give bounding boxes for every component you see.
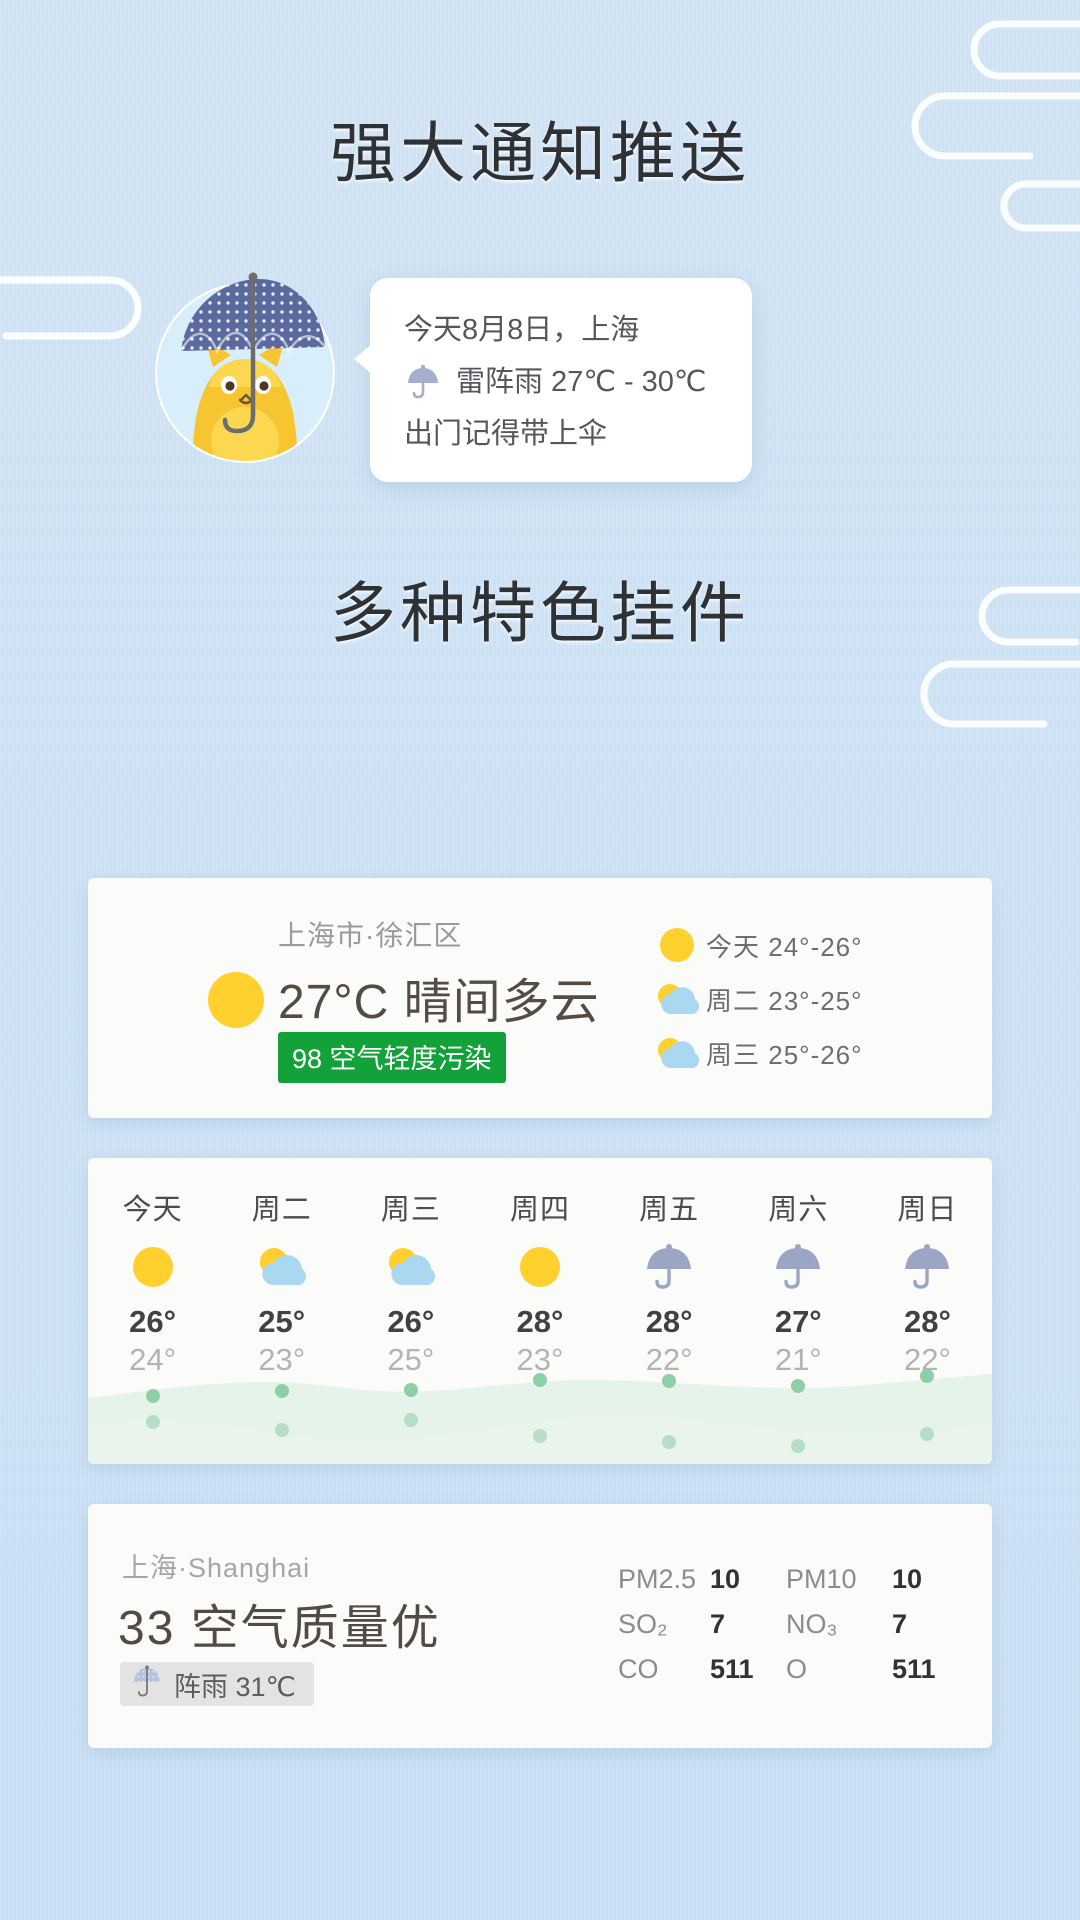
week-day-label: 周三 <box>380 1194 441 1226</box>
current-weather-main: 上海市·徐汇区 27°C 晴间多云 98 空气轻度污染 <box>88 878 648 1118</box>
forecast-text: 周二 23°-25° <box>706 985 863 1016</box>
umbrella-icon <box>863 1236 992 1298</box>
sun-cloud-icon <box>648 979 706 1019</box>
cat-with-umbrella-illustration <box>135 255 355 475</box>
week-high-temp: 25° <box>258 1304 306 1339</box>
week-day-label: 周日 <box>897 1194 958 1226</box>
week-day-label: 周五 <box>639 1194 700 1226</box>
umbrella-icon <box>605 1236 734 1298</box>
list-item: 周三 25°-26° <box>648 1026 988 1080</box>
current-forecast-list: 今天 24°-26° 周二 23°-25° 周三 25°-26° <box>648 918 988 1080</box>
forecast-text: 今天 24°-26° <box>706 931 863 962</box>
week-high-temp: 27° <box>774 1304 822 1339</box>
bubble-line-date-city: 今天8月8日，上海 <box>404 304 722 356</box>
list-item: 周五 28° 22° <box>605 1186 734 1378</box>
list-item: 周六 27° 21° <box>734 1186 863 1378</box>
temperature-trend-chart <box>88 1354 992 1464</box>
notification-showcase: 今天8月8日，上海 雷阵雨 27℃ - 30℃ 出门记得带上伞 <box>0 250 1080 490</box>
week-day-label: 周四 <box>509 1194 570 1226</box>
widget-air-quality[interactable]: 上海·Shanghai 33 空气质量优 阵雨 31℃ PM2.5 10 PM1… <box>88 1504 992 1748</box>
air-quality-main: 上海·Shanghai 33 空气质量优 阵雨 31℃ <box>88 1504 608 1748</box>
pollutant-value: 511 <box>892 1654 936 1684</box>
pollutant-value: 10 <box>892 1564 923 1594</box>
sun-cloud-icon <box>217 1236 346 1298</box>
pollutant-value: 511 <box>710 1654 754 1684</box>
week-forecast-grid: 今天 26° 24° 周二 25° 23° 周三 26° 25° 周四 28° … <box>88 1186 992 1378</box>
pollutant-key: CO <box>618 1654 659 1684</box>
forecast-text: 周三 25°-26° <box>706 1039 863 1070</box>
bubble-tip-text: 出门记得带上伞 <box>404 418 608 450</box>
list-item: 周二 25° 23° <box>217 1186 346 1378</box>
current-city-label: 上海市·徐汇区 <box>278 920 463 951</box>
umbrella-icon <box>132 1665 162 1704</box>
bubble-line-tip: 出门记得带上伞 <box>404 408 722 460</box>
air-quality-title: 33 空气质量优 <box>118 1602 441 1655</box>
pollutant-value: 10 <box>710 1564 741 1594</box>
list-item: 今天 26° 24° <box>88 1186 217 1378</box>
air-weather-chip: 阵雨 31℃ <box>120 1662 314 1706</box>
bubble-weather-text: 雷阵雨 27℃ - 30℃ <box>456 366 707 398</box>
widget-seven-day-forecast[interactable]: 今天 26° 24° 周二 25° 23° 周三 26° 25° 周四 28° … <box>88 1158 992 1464</box>
list-item: 周二 23°-25° <box>648 972 988 1026</box>
page-title-notification: 强大通知推送 <box>330 116 750 190</box>
umbrella-icon <box>734 1236 863 1298</box>
pollutant-value: 7 <box>892 1609 908 1639</box>
pollutant-value: 7 <box>710 1609 726 1639</box>
bubble-line-weather: 雷阵雨 27℃ - 30℃ <box>404 356 722 408</box>
week-day-label: 今天 <box>122 1194 183 1226</box>
sun-icon <box>208 972 264 1028</box>
air-chip-text: 阵雨 31℃ <box>174 1671 296 1702</box>
pollutant-table: PM2.5 10 PM10 10 SO₂ 7 NO₃ 7 CO 511 O 51… <box>618 1564 968 1685</box>
sun-cloud-icon <box>648 1033 706 1073</box>
week-day-label: 周二 <box>251 1194 312 1226</box>
aqi-badge: 98 空气轻度污染 <box>278 1032 506 1083</box>
week-high-temp: 26° <box>387 1304 435 1339</box>
notification-bubble: 今天8月8日，上海 雷阵雨 27℃ - 30℃ 出门记得带上伞 <box>354 278 752 482</box>
pollutant-key: NO₃ <box>786 1609 838 1639</box>
pollutant-key: SO₂ <box>618 1609 668 1639</box>
list-item: 周日 28° 22° <box>863 1186 992 1378</box>
week-day-label: 周六 <box>768 1194 829 1226</box>
week-high-temp: 26° <box>129 1304 177 1339</box>
widget-current-weather[interactable]: 上海市·徐汇区 27°C 晴间多云 98 空气轻度污染 今天 24°-26° 周… <box>88 878 992 1118</box>
page-title-widgets: 多种特色挂件 <box>330 576 750 650</box>
air-city-label: 上海·Shanghai <box>122 1553 311 1583</box>
bubble-date-city-text: 今天8月8日，上海 <box>404 314 640 346</box>
week-high-temp: 28° <box>903 1304 951 1339</box>
sun-icon <box>475 1236 604 1298</box>
current-temperature-condition: 27°C 晴间多云 <box>278 976 600 1029</box>
week-high-temp: 28° <box>645 1304 693 1339</box>
list-item: 周三 26° 25° <box>346 1186 475 1378</box>
pollutant-key: PM10 <box>786 1564 857 1594</box>
pollutant-key: PM2.5 <box>618 1564 697 1594</box>
list-item: 周四 28° 23° <box>475 1186 604 1378</box>
umbrella-icon <box>404 363 442 401</box>
list-item: 今天 24°-26° <box>648 918 988 972</box>
sun-icon <box>88 1236 217 1298</box>
sun-icon <box>648 925 706 965</box>
week-high-temp: 28° <box>516 1304 564 1339</box>
sun-cloud-icon <box>346 1236 475 1298</box>
pollutant-key: O <box>786 1654 808 1684</box>
